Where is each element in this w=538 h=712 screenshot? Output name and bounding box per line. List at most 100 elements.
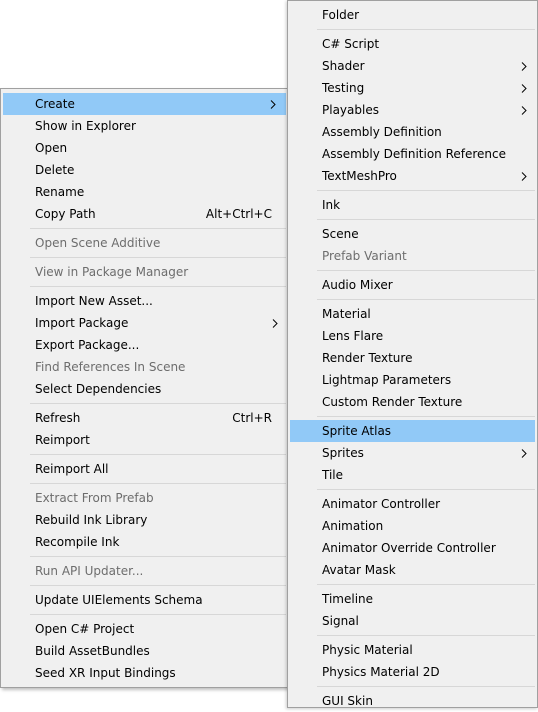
submenu-item-physics-material-2d[interactable]: Physics Material 2D [288,661,537,683]
menu-item-import-package[interactable]: Import Package [1,312,288,334]
submenu-item-assembly-definition-reference[interactable]: Assembly Definition Reference [288,143,537,165]
menu-item-label: Export Package... [35,338,140,352]
menu-item-label: Create [35,97,75,111]
submenu-item-shader[interactable]: Shader [288,55,537,77]
menu-item-label: Show in Explorer [35,119,136,133]
submenu-item-audio-mixer[interactable]: Audio Mixer [288,274,537,296]
menu-item-find-references-in-scene: Find References In Scene [1,356,288,378]
create-submenu: Folder C# Script Shader Testing Playable… [287,0,538,708]
submenu-item-avatar-mask[interactable]: Avatar Mask [288,559,537,581]
menu-separator [317,686,535,687]
menu-separator [30,228,286,229]
chevron-right-icon [517,77,527,99]
submenu-item-playables[interactable]: Playables [288,99,537,121]
menu-item-reimport[interactable]: Reimport [1,429,288,451]
chevron-right-icon [517,99,527,121]
chevron-right-icon [266,93,276,115]
menu-item-label: Physics Material 2D [322,665,440,679]
submenu-item-ink[interactable]: Ink [288,194,537,216]
menu-item-label: Playables [322,103,379,117]
menu-item-label: Lightmap Parameters [322,373,452,387]
submenu-item-physic-material[interactable]: Physic Material [288,639,537,661]
menu-item-open[interactable]: Open [1,137,288,159]
menu-separator [317,299,535,300]
menu-item-refresh[interactable]: Refresh Ctrl+R [1,407,288,429]
submenu-item-sprite-atlas[interactable]: Sprite Atlas [290,420,535,442]
menu-item-label: Render Texture [322,351,413,365]
menu-item-label: Assembly Definition [322,125,442,139]
menu-item-seed-xr-input-bindings[interactable]: Seed XR Input Bindings [1,662,288,684]
submenu-item-assembly-definition[interactable]: Assembly Definition [288,121,537,143]
menu-item-label: Seed XR Input Bindings [35,666,176,680]
menu-item-select-dependencies[interactable]: Select Dependencies [1,378,288,400]
submenu-item-render-texture[interactable]: Render Texture [288,347,537,369]
menu-item-import-new-asset[interactable]: Import New Asset... [1,290,288,312]
menu-separator [30,556,286,557]
menu-item-label: Tile [322,468,344,482]
shortcut-label: Alt+Ctrl+C [205,207,272,221]
submenu-item-animator-override-controller[interactable]: Animator Override Controller [288,537,537,559]
menu-item-label: Animator Controller [322,497,441,511]
menu-item-label: Extract From Prefab [35,491,154,505]
menu-item-label: C# Script [322,37,380,51]
submenu-item-material[interactable]: Material [288,303,537,325]
menu-item-label: Run API Updater... [35,564,144,578]
menu-item-label: Physic Material [322,643,413,657]
chevron-right-icon [517,55,527,77]
menu-item-recompile-ink[interactable]: Recompile Ink [1,531,288,553]
menu-item-export-package[interactable]: Export Package... [1,334,288,356]
menu-item-label: View in Package Manager [35,265,189,279]
menu-separator [30,614,286,615]
menu-separator [30,483,286,484]
submenu-item-tile[interactable]: Tile [288,464,537,486]
menu-item-build-assetbundles[interactable]: Build AssetBundles [1,640,288,662]
menu-item-label: Animation [322,519,384,533]
submenu-item-csharp-script[interactable]: C# Script [288,33,537,55]
menu-item-label: Copy Path [35,207,96,221]
submenu-item-sprites[interactable]: Sprites [288,442,537,464]
menu-item-copy-path[interactable]: Copy Path Alt+Ctrl+C [1,203,288,225]
menu-item-run-api-updater: Run API Updater... [1,560,288,582]
menu-item-rebuild-ink-library[interactable]: Rebuild Ink Library [1,509,288,531]
menu-item-show-in-explorer[interactable]: Show in Explorer [1,115,288,137]
menu-separator [317,219,535,220]
menu-item-label: Animator Override Controller [322,541,496,555]
menu-item-label: Delete [35,163,75,177]
submenu-item-animator-controller[interactable]: Animator Controller [288,493,537,515]
menu-item-update-uielements-schema[interactable]: Update UIElements Schema [1,589,288,611]
submenu-item-folder[interactable]: Folder [288,4,537,26]
menu-item-reimport-all[interactable]: Reimport All [1,458,288,480]
menu-separator [317,190,535,191]
menu-separator [30,286,286,287]
menu-item-label: Sprites [322,446,364,460]
menu-item-label: Custom Render Texture [322,395,463,409]
menu-item-label: Rename [35,185,85,199]
menu-separator [30,454,286,455]
submenu-item-scene[interactable]: Scene [288,223,537,245]
menu-item-label: Lens Flare [322,329,384,343]
submenu-item-gui-skin[interactable]: GUI Skin [288,690,537,712]
chevron-right-icon [268,312,278,334]
context-menu: Create Show in Explorer Open Delete Rena… [0,88,289,688]
submenu-item-textmeshpro[interactable]: TextMeshPro [288,165,537,187]
chevron-right-icon [517,442,527,464]
menu-item-rename[interactable]: Rename [1,181,288,203]
submenu-item-animation[interactable]: Animation [288,515,537,537]
submenu-item-testing[interactable]: Testing [288,77,537,99]
menu-item-open-csharp-project[interactable]: Open C# Project [1,618,288,640]
menu-item-label: Signal [322,614,359,628]
menu-item-label: Open [35,141,68,155]
menu-item-label: Scene [322,227,359,241]
submenu-item-prefab-variant: Prefab Variant [288,245,537,267]
menu-item-label: Reimport [35,433,90,447]
submenu-item-lightmap-parameters[interactable]: Lightmap Parameters [288,369,537,391]
menu-item-label: GUI Skin [322,694,373,708]
submenu-item-custom-render-texture[interactable]: Custom Render Texture [288,391,537,413]
submenu-item-timeline[interactable]: Timeline [288,588,537,610]
menu-item-view-in-package-manager: View in Package Manager [1,261,288,283]
menu-item-delete[interactable]: Delete [1,159,288,181]
menu-item-label: Avatar Mask [322,563,396,577]
submenu-item-signal[interactable]: Signal [288,610,537,632]
submenu-item-lens-flare[interactable]: Lens Flare [288,325,537,347]
menu-item-create[interactable]: Create [3,93,286,115]
